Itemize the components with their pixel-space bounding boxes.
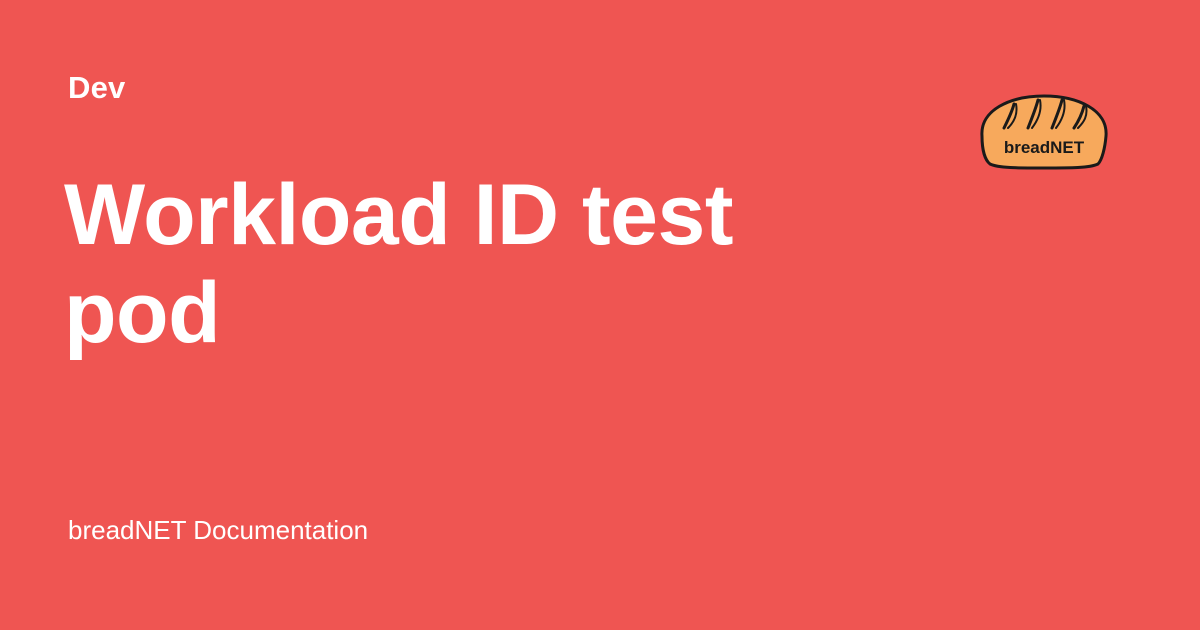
site-name: breadNET Documentation bbox=[68, 515, 369, 545]
bread-loaf-icon bbox=[980, 94, 1108, 170]
section-label: Dev bbox=[68, 70, 126, 105]
site-logo: breadNET bbox=[970, 88, 1118, 174]
social-card: Dev Workload ID test pod breadNET Docume… bbox=[0, 0, 1200, 630]
page-title: Workload ID test pod bbox=[64, 167, 733, 361]
logo-text: breadNET bbox=[1003, 138, 1085, 157]
